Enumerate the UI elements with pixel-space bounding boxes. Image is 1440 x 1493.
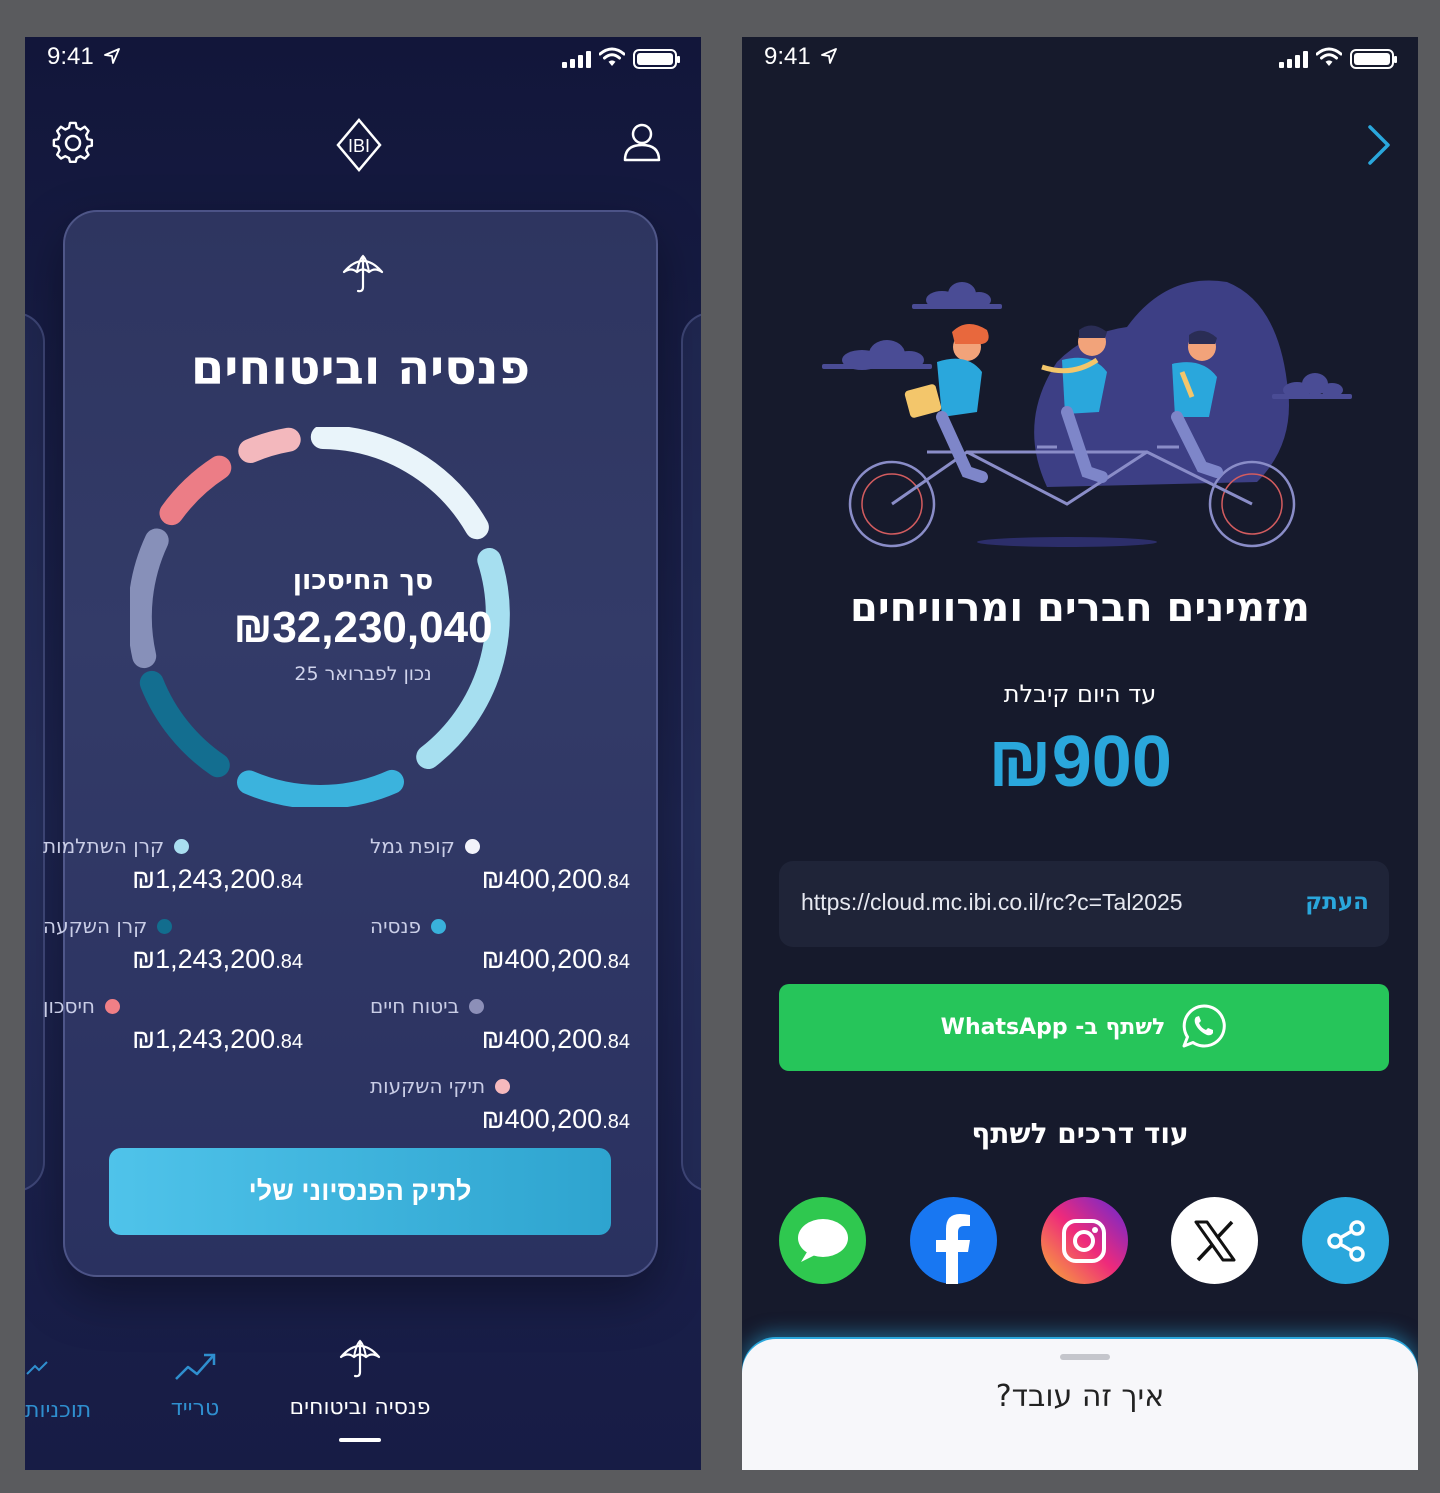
legend-value: ₪400,200 <box>481 1104 603 1134</box>
legend-label: חיסכון <box>43 994 95 1018</box>
legend-dot <box>469 998 485 1014</box>
wifi-icon <box>598 47 626 71</box>
facebook-icon[interactable] <box>909 1197 997 1284</box>
legend-item-investment-fund[interactable]: קרן השקעה ₪1,243,200.84 <box>43 914 303 975</box>
tab-trade[interactable]: טרייד <box>159 1350 231 1421</box>
share-whatsapp-label: לשתף ב- WhatsApp <box>940 1015 1166 1040</box>
ibi-logo: IBI <box>335 117 383 177</box>
svg-text:IBI: IBI <box>348 136 370 156</box>
legend-label: קרן השקעה <box>43 914 148 938</box>
messages-icon[interactable] <box>779 1197 866 1284</box>
location-arrow-icon <box>821 43 838 71</box>
legend-value: ₪1,243,200 <box>132 1024 276 1054</box>
chevron-right-icon[interactable] <box>1366 123 1392 171</box>
plans-icon <box>25 1354 105 1388</box>
legend-dot <box>174 838 190 854</box>
tab-plans-label: תוכניות <box>25 1398 92 1423</box>
ring-segment-savings <box>159 455 232 526</box>
gear-icon[interactable] <box>51 121 95 169</box>
ring-label: סך החיסכון <box>292 565 434 596</box>
legend-item-provident[interactable]: קופת גמל ₪400,200.84 <box>370 834 630 895</box>
legend-value: ₪400,200 <box>481 944 603 974</box>
legend-dot <box>431 918 447 934</box>
legend-dot <box>495 1078 511 1094</box>
more-share-options-title: עוד דרכים לשתף <box>971 1117 1189 1150</box>
legend-value: ₪400,200 <box>481 1024 603 1054</box>
status-time: 9:41 <box>47 43 94 70</box>
card-title: פנסיה וביטוחים <box>190 340 531 396</box>
total-savings-amount: ₪32,230,040 <box>233 603 493 652</box>
user-icon[interactable] <box>621 121 663 167</box>
referral-screen: 9:41 מזמינים חברים ומרוויחים עד היום קיב… <box>742 37 1418 1470</box>
umbrella-icon <box>270 1337 450 1383</box>
earned-so-far-label: עד היום קיבלת <box>1003 680 1157 708</box>
legend-label: תיקי השקעות <box>370 1074 486 1098</box>
battery-icon <box>1350 49 1397 69</box>
earned-amount: ₪900 <box>988 722 1172 802</box>
legend-item-pension[interactable]: פנסיה ₪400,200.84 <box>370 914 630 975</box>
status-bar: 9:41 <box>742 37 1418 77</box>
legend-item-portfolios[interactable]: תיקי השקעות ₪400,200.84 <box>370 1074 630 1135</box>
legend-item-life-insurance[interactable]: ביטוח חיים ₪400,200.84 <box>370 994 630 1055</box>
referral-link[interactable]: https://cloud.mc.ibi.co.il/rc?c=Tal2025 <box>801 889 1183 916</box>
share-options-row <box>779 1197 1389 1284</box>
share-whatsapp-button[interactable]: לשתף ב- WhatsApp <box>779 984 1389 1071</box>
active-tab-indicator <box>339 1438 381 1442</box>
legend-label: פנסיה <box>370 914 422 938</box>
whatsapp-icon <box>1181 1003 1227 1053</box>
legend-dot <box>105 998 120 1014</box>
battery-icon <box>633 49 680 69</box>
referral-link-box: https://cloud.mc.ibi.co.il/rc?c=Tal2025 … <box>779 861 1389 947</box>
legend-value: ₪1,243,200 <box>132 864 276 894</box>
instagram-icon[interactable] <box>1040 1197 1128 1284</box>
status-time: 9:41 <box>764 43 811 70</box>
legend-label: קופת גמל <box>370 834 455 858</box>
umbrella-icon <box>342 252 384 298</box>
share-icon[interactable] <box>1302 1197 1389 1284</box>
legend-value: ₪400,200 <box>481 864 603 894</box>
tab-pension-label: פנסיה וביטוחים <box>289 1395 431 1420</box>
ring-segment-provident <box>310 427 489 540</box>
pension-screen: 9:41 IBI פנסיה וביטוחים סך החיסכון ₪32,2… <box>25 37 701 1470</box>
legend-value: ₪1,243,200 <box>132 944 276 974</box>
legend-item-study-fund[interactable]: קרן השתלמות ₪1,243,200.84 <box>43 834 303 895</box>
location-arrow-icon <box>104 43 121 71</box>
legend-item-savings[interactable]: חיסכון ₪1,243,200.84 <box>43 994 303 1055</box>
referral-title: מזמינים חברים ומרוויחים <box>850 585 1310 631</box>
legend-label: ביטוח חיים <box>370 994 460 1018</box>
status-bar: 9:41 <box>25 37 701 77</box>
tab-pension[interactable]: פנסיה וביטוחים <box>270 1337 450 1420</box>
previous-card-peek[interactable] <box>25 312 45 1192</box>
legend-dot <box>464 838 480 854</box>
cellular-signal-icon <box>562 50 591 68</box>
ring-segment-portfolios <box>238 427 301 463</box>
x-icon[interactable] <box>1171 1197 1259 1284</box>
ring-segment-pension <box>237 769 404 807</box>
sheet-drag-handle[interactable] <box>1060 1354 1110 1360</box>
copy-link-button[interactable]: העתק <box>1305 889 1369 915</box>
next-card-peek[interactable] <box>681 312 701 1192</box>
as-of-date: נכון לפברואר 25 <box>294 663 432 685</box>
cellular-signal-icon <box>1279 50 1308 68</box>
my-pension-portfolio-button[interactable]: לתיק הפנסיוני שלי <box>109 1148 611 1235</box>
how-it-works-title: איך זה עובד? <box>995 1379 1165 1414</box>
tab-trade-label: טרייד <box>170 1396 220 1421</box>
wifi-icon <box>1315 47 1343 71</box>
trend-chart-icon <box>159 1350 231 1386</box>
ring-segment-investment-fund <box>139 670 230 778</box>
legend-label: קרן השתלמות <box>43 834 165 858</box>
legend-dot <box>157 918 173 934</box>
tab-plans[interactable]: תוכניות <box>25 1354 105 1423</box>
how-it-works-sheet[interactable]: איך זה עובד? <box>742 1339 1418 1470</box>
tandem-bike-illustration <box>822 280 1352 548</box>
